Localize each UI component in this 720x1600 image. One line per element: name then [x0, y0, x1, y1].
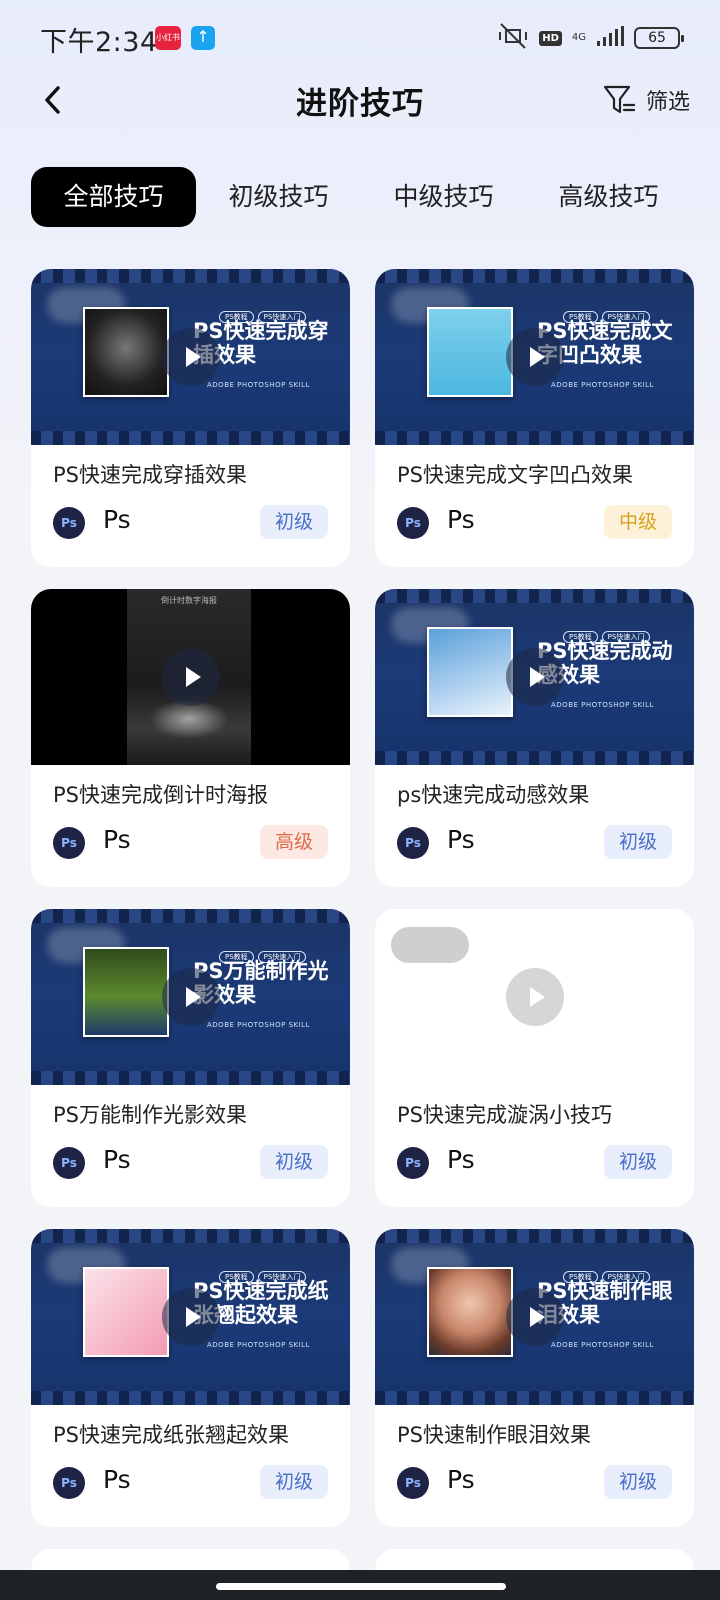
tutorial-card[interactable]: PS教程 PS快速入门 PS快速制作眼泪效果 ADOBE PHOTOSHOP S…: [375, 1229, 694, 1527]
mute-vibrate-icon: [497, 22, 529, 54]
app-name: Ps: [447, 825, 475, 854]
play-icon[interactable]: [505, 648, 564, 706]
network-type-label: 4G: [571, 32, 586, 43]
play-icon[interactable]: [161, 648, 220, 706]
thumb-subtitle: ADOBE PHOTOSHOP SKILL: [207, 1021, 310, 1029]
play-icon[interactable]: [161, 1288, 220, 1346]
level-badge: 中级: [604, 505, 672, 539]
app-name: Ps: [103, 505, 131, 534]
level-badge: 初级: [604, 1145, 672, 1179]
portrait-photo: [427, 1267, 513, 1357]
tutorial-card[interactable]: PS教程 PS快速入门 PS万能制作光影效果 ADOBE PHOTOSHOP S…: [31, 909, 350, 1207]
xiaohongshu-notification-icon: 小红书: [155, 26, 181, 50]
video-thumbnail[interactable]: PS教程 PS快速入门 PS快速完成穿插效果 ADOBE PHOTOSHOP S…: [31, 269, 350, 445]
video-thumbnail[interactable]: PS教程 PS快速入门 PS快速完成动感效果 ADOBE PHOTOSHOP S…: [375, 589, 694, 765]
play-icon[interactable]: [161, 968, 220, 1026]
video-thumbnail[interactable]: PS教程 PS快速入门 PS快速完成文字凹凸效果 ADOBE PHOTOSHOP…: [375, 269, 694, 445]
level-badge: 初级: [260, 505, 328, 539]
status-time: 下午2:34: [40, 27, 158, 58]
ps-app-icon: Ps: [397, 827, 429, 859]
play-icon[interactable]: [505, 328, 564, 386]
filter-icon: [603, 85, 636, 114]
ps-app-icon: Ps: [53, 507, 85, 539]
tutorial-card[interactable]: PS教程 PS快速入门 PS快速完成纸张翘起效果 ADOBE PHOTOSHOP…: [31, 1229, 350, 1527]
hd-icon: HD: [539, 30, 562, 46]
level-badge: 高级: [260, 825, 328, 859]
tutorial-card[interactable]: PS教程 PS快速入门 PS快速完成穿插效果 ADOBE PHOTOSHOP S…: [31, 269, 350, 567]
tab-advanced[interactable]: 高级技巧: [526, 167, 691, 227]
upload-notification-icon: ↑: [191, 26, 215, 50]
tutorial-card[interactable]: 倒计时数字海报 PS快速完成倒计时海报 Ps Ps 高级: [31, 589, 350, 887]
ps-app-icon: Ps: [397, 1147, 429, 1179]
ps-app-icon: Ps: [53, 827, 85, 859]
tutorial-card[interactable]: PS教程 PS快速入门 PS快速完成文字凹凸效果 ADOBE PHOTOSHOP…: [375, 269, 694, 567]
video-thumbnail[interactable]: PS教程 PS快速入门 PS快速制作眼泪效果 ADOBE PHOTOSHOP S…: [375, 1229, 694, 1405]
card-title: PS快速完成文字凹凸效果: [397, 463, 633, 487]
card-title: PS快速完成穿插效果: [53, 463, 247, 487]
card-title: PS快速完成倒计时海报: [53, 783, 268, 807]
filter-label: 筛选: [645, 90, 690, 115]
app-name: Ps: [447, 505, 475, 534]
ps-app-icon: Ps: [397, 507, 429, 539]
filter-button[interactable]: 筛选: [602, 80, 690, 120]
status-bar: 下午2:34 小红书 ↑ HD 4G 65: [0, 0, 720, 70]
card-title: PS快速完成漩涡小技巧: [397, 1103, 612, 1127]
video-thumbnail[interactable]: 倒计时数字海报: [31, 589, 350, 765]
app-name: Ps: [103, 1465, 131, 1494]
card-title: PS快速制作眼泪效果: [397, 1423, 591, 1447]
ps-app-icon: Ps: [397, 1467, 429, 1499]
ps-app-icon: Ps: [53, 1147, 85, 1179]
thumb-subtitle: ADOBE PHOTOSHOP SKILL: [551, 701, 654, 709]
app-name: Ps: [103, 825, 131, 854]
level-tabs: 全部技巧 初级技巧 中级技巧 高级技巧: [31, 167, 691, 227]
text-emboss-photo: [427, 307, 513, 397]
light-shadow-photo: [83, 947, 169, 1037]
video-thumbnail[interactable]: [375, 909, 694, 1085]
tutorial-card[interactable]: PS快速完成漩涡小技巧 Ps Ps 初级: [375, 909, 694, 1207]
signal-icon: [596, 25, 624, 51]
tab-basic[interactable]: 初级技巧: [196, 167, 361, 227]
card-title: PS万能制作光影效果: [53, 1103, 247, 1127]
play-icon[interactable]: [505, 1288, 564, 1346]
poster-title: 倒计时数字海报: [161, 596, 217, 605]
app-name: Ps: [447, 1465, 475, 1494]
app-name: Ps: [103, 1145, 131, 1174]
tab-intermediate[interactable]: 中级技巧: [361, 167, 526, 227]
thumb-subtitle: ADOBE PHOTOSHOP SKILL: [551, 1341, 654, 1349]
card-title: ps快速完成动感效果: [397, 783, 590, 807]
battery-icon: 65: [634, 27, 684, 49]
video-thumbnail[interactable]: PS教程 PS快速入门 PS快速完成纸张翘起效果 ADOBE PHOTOSHOP…: [31, 1229, 350, 1405]
header: 进阶技巧 筛选: [0, 70, 720, 130]
skier-photo: [427, 627, 513, 717]
video-thumbnail[interactable]: PS教程 PS快速入门 PS万能制作光影效果 ADOBE PHOTOSHOP S…: [31, 909, 350, 1085]
placeholder-badge: [391, 927, 469, 963]
ps-app-icon: Ps: [53, 1467, 85, 1499]
level-badge: 初级: [260, 1465, 328, 1499]
headphone-photo: [83, 307, 169, 397]
play-icon[interactable]: [161, 328, 220, 386]
tutorial-card[interactable]: PS教程 PS快速入门 PS快速完成动感效果 ADOBE PHOTOSHOP S…: [375, 589, 694, 887]
level-badge: 初级: [260, 1145, 328, 1179]
home-indicator[interactable]: [216, 1583, 506, 1590]
app-name: Ps: [447, 1145, 475, 1174]
thumb-subtitle: ADOBE PHOTOSHOP SKILL: [551, 381, 654, 389]
card-title: PS快速完成纸张翘起效果: [53, 1423, 289, 1447]
status-icons: HD 4G 65: [497, 22, 684, 54]
level-badge: 初级: [604, 825, 672, 859]
play-icon[interactable]: [505, 968, 564, 1026]
level-badge: 初级: [604, 1465, 672, 1499]
thumb-subtitle: ADOBE PHOTOSHOP SKILL: [207, 1341, 310, 1349]
paper-curl-photo: [83, 1267, 169, 1357]
tab-all[interactable]: 全部技巧: [31, 167, 196, 227]
thumb-subtitle: ADOBE PHOTOSHOP SKILL: [207, 381, 310, 389]
